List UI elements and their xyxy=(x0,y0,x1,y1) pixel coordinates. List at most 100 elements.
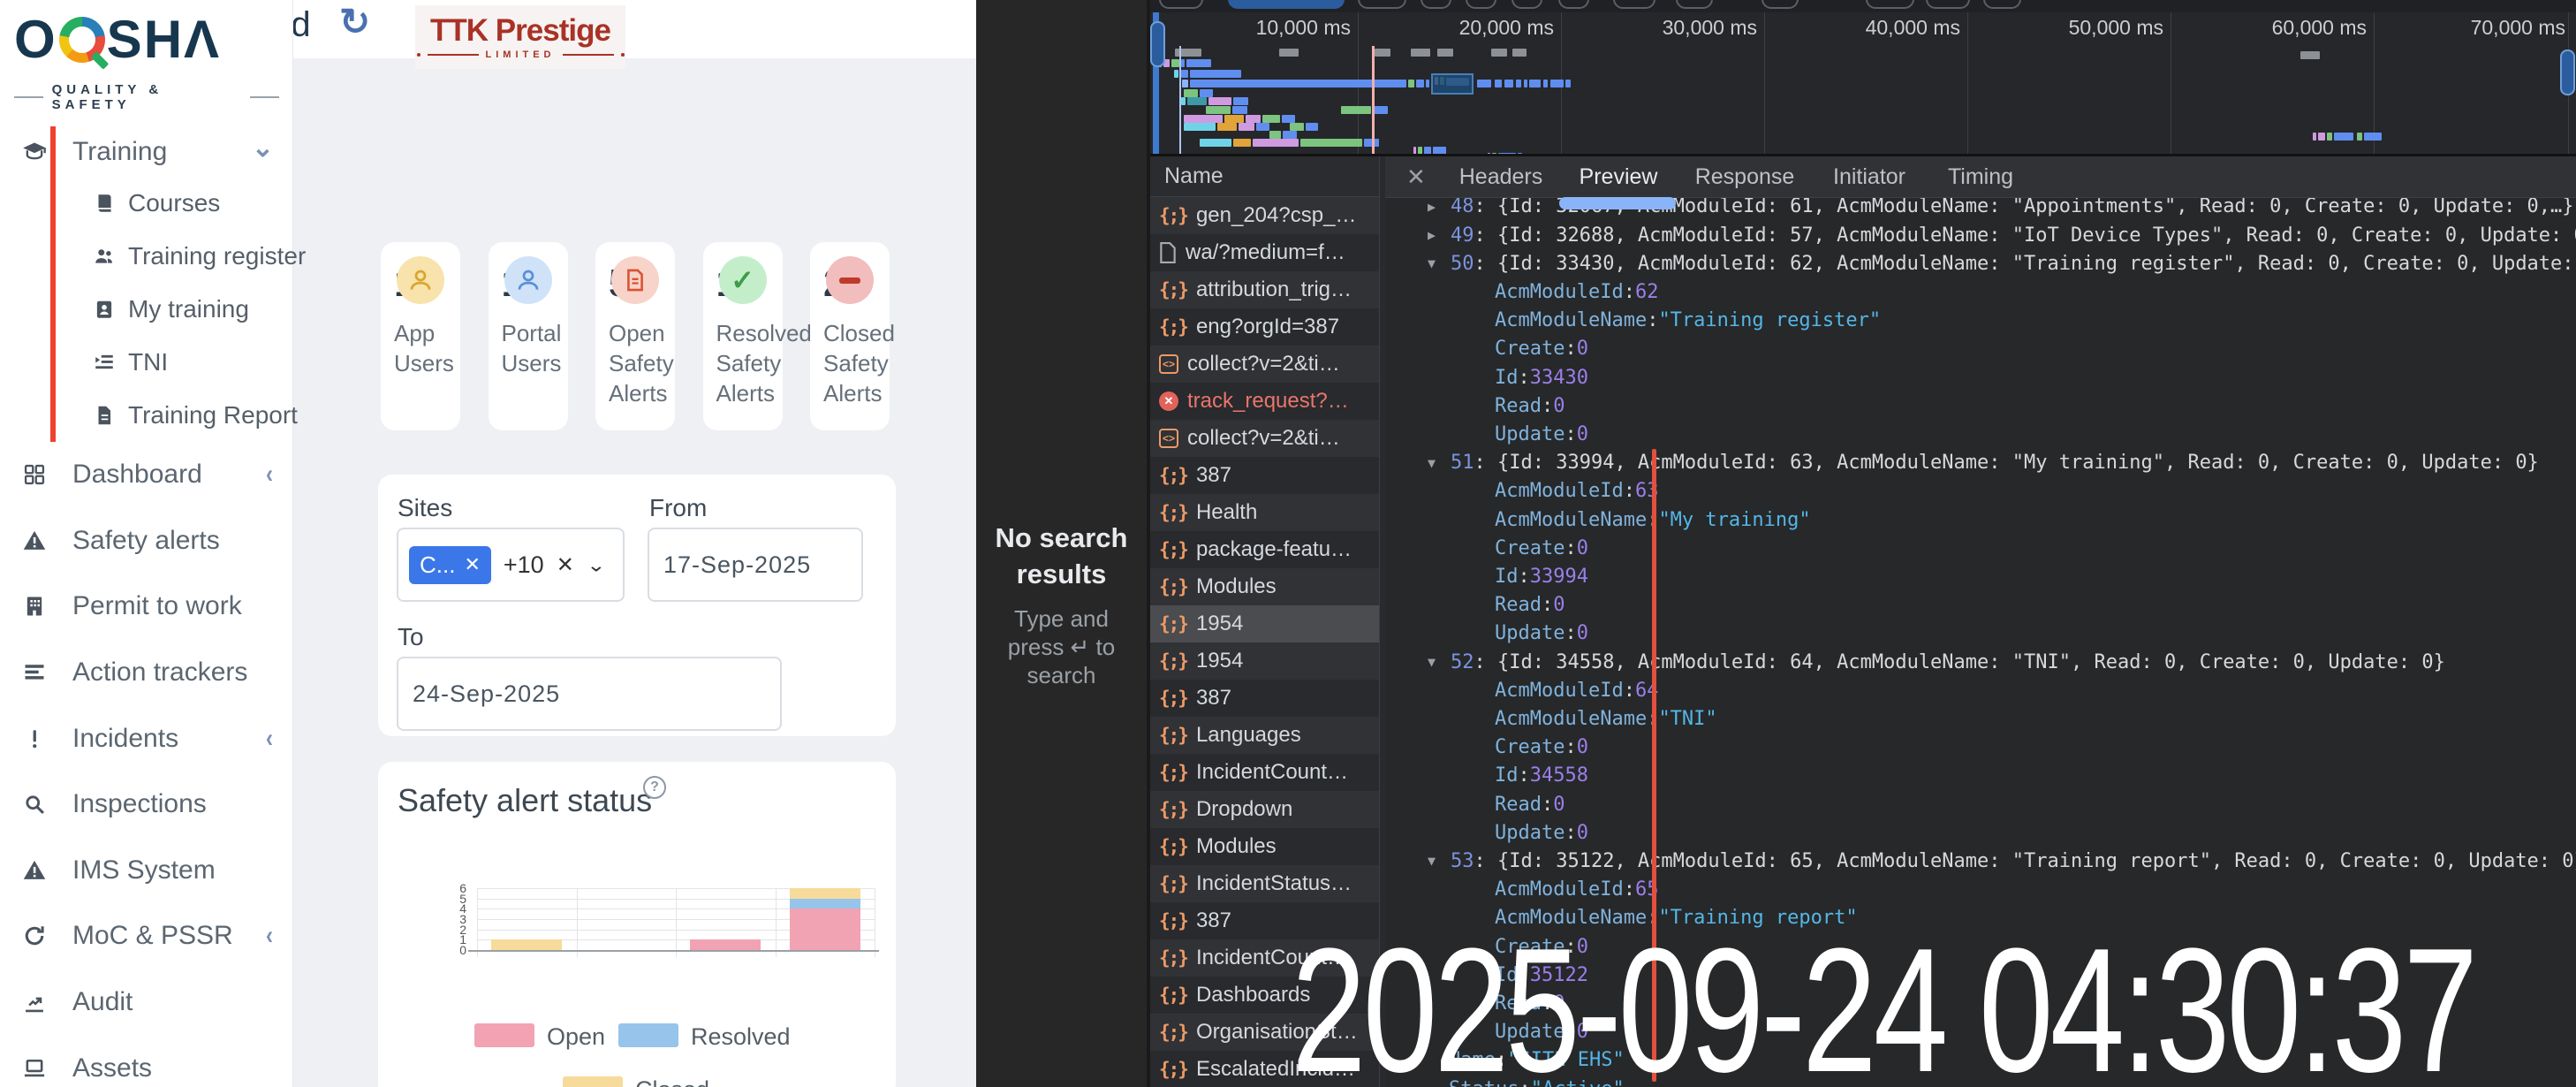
sidebar-item-action-trackers[interactable]: Action trackers xyxy=(0,640,293,706)
json-row[interactable]: Read: 0 xyxy=(1385,790,2576,818)
network-request-row[interactable]: {;}Languages xyxy=(1150,717,1380,754)
network-request-row[interactable]: {;}387 xyxy=(1150,457,1380,494)
sidebar-item-training[interactable]: Training⌄ xyxy=(0,126,293,177)
network-request-row[interactable]: <>collect?v=2&ti… xyxy=(1150,346,1380,383)
help-icon[interactable]: ? xyxy=(643,776,666,799)
filter-pill[interactable] xyxy=(1983,0,2021,9)
network-request-row[interactable]: <>collect?v=2&ti… xyxy=(1150,420,1380,457)
close-icon[interactable]: ✕ xyxy=(1406,163,1426,191)
sidebar-item-safety-alerts[interactable]: Safety alerts xyxy=(0,508,293,574)
network-request-row[interactable]: ✕track_request?… xyxy=(1150,383,1380,420)
network-request-row[interactable]: {;}IncidentStatus… xyxy=(1150,865,1380,902)
network-request-row[interactable]: {;}Modules xyxy=(1150,568,1380,605)
chevron-left-icon[interactable]: ‹ xyxy=(266,460,273,490)
from-date-input[interactable]: 17-Sep-2025 xyxy=(648,528,863,602)
json-row[interactable]: Id: 33430 xyxy=(1385,363,2576,391)
json-row[interactable]: Read: 0 xyxy=(1385,591,2576,620)
json-row[interactable]: Id: 33994 xyxy=(1385,562,2576,590)
disclosure-triangle[interactable]: ▶ xyxy=(1428,227,1451,243)
name-column-header[interactable]: Name xyxy=(1150,156,1380,197)
json-row[interactable]: Id: 34558 xyxy=(1385,762,2576,790)
sidebar-item-courses[interactable]: Courses xyxy=(0,177,293,230)
network-request-row[interactable]: {;}Health xyxy=(1150,494,1380,531)
json-row[interactable]: Create: 0 xyxy=(1385,734,2576,762)
chevron-left-icon[interactable]: ‹ xyxy=(266,921,273,951)
disclosure-triangle[interactable]: ▼ xyxy=(1428,654,1451,670)
json-row[interactable]: Create: 0 xyxy=(1385,335,2576,363)
json-row[interactable]: Update: 0 xyxy=(1385,420,2576,448)
network-request-row[interactable]: {;}IncidentCount… xyxy=(1150,754,1380,791)
sidebar-item-dashboard[interactable]: Dashboard‹ xyxy=(0,442,293,508)
json-row[interactable]: ▶49: {Id: 32688, AcmModuleId: 57, AcmMod… xyxy=(1385,221,2576,249)
sidebar-item-my-training[interactable]: My training xyxy=(0,283,293,336)
network-request-row[interactable]: {;}1954 xyxy=(1150,642,1380,680)
sidebar-item-ims-system[interactable]: IMS System xyxy=(0,838,293,904)
network-request-row[interactable]: {;}387 xyxy=(1150,680,1380,717)
filter-pill[interactable] xyxy=(1613,0,1655,9)
json-row[interactable]: Read: 0 xyxy=(1385,391,2576,420)
sidebar-item-training-register[interactable]: Training register xyxy=(0,230,293,283)
json-row[interactable]: ▼53: {Id: 35122, AcmModuleId: 65, AcmMod… xyxy=(1385,847,2576,875)
json-row[interactable]: Create: 0 xyxy=(1385,534,2576,562)
json-row[interactable]: Update: 0 xyxy=(1385,620,2576,648)
network-request-row[interactable]: {;}gen_204?csp_… xyxy=(1150,197,1380,234)
json-row[interactable]: AcmModuleId: 64 xyxy=(1385,676,2576,704)
network-request-row[interactable]: {;}Modules xyxy=(1150,828,1380,865)
disclosure-triangle[interactable]: ▼ xyxy=(1428,255,1451,271)
tab-preview[interactable]: Preview xyxy=(1580,164,1658,190)
filter-pill[interactable] xyxy=(1512,0,1542,9)
to-date-input[interactable]: 24-Sep-2025 xyxy=(397,657,782,731)
json-row[interactable]: AcmModuleId: 65 xyxy=(1385,876,2576,904)
chevron-left-icon[interactable]: ‹ xyxy=(266,724,273,754)
disclosure-triangle[interactable]: ▼ xyxy=(1428,455,1451,471)
json-row[interactable]: ▼52: {Id: 34558, AcmModuleId: 64, AcmMod… xyxy=(1385,648,2576,676)
network-request-row[interactable]: {;}package-featu… xyxy=(1150,531,1380,568)
network-overview-timeline[interactable]: 10,000 ms20,000 ms30,000 ms40,000 ms50,0… xyxy=(1150,12,2576,156)
json-row[interactable]: AcmModuleName: "My training" xyxy=(1385,505,2576,534)
filter-pill[interactable] xyxy=(1358,0,1406,9)
json-row[interactable]: AcmModuleId: 62 xyxy=(1385,277,2576,306)
sidebar-item-inspections[interactable]: Inspections xyxy=(0,772,293,838)
disclosure-triangle[interactable]: ▶ xyxy=(1428,199,1451,215)
tab-timing[interactable]: Timing xyxy=(1948,164,2013,190)
tab-initiator[interactable]: Initiator xyxy=(1833,164,1905,190)
network-request-row[interactable]: {;}eng?orgId=387 xyxy=(1150,308,1380,346)
sidebar-item-tni[interactable]: TNI xyxy=(0,336,293,389)
filter-pill[interactable] xyxy=(1926,0,1970,9)
site-chip[interactable]: C... ✕ xyxy=(409,546,491,584)
range-handle-left[interactable] xyxy=(1150,21,1165,67)
filter-pill[interactable] xyxy=(1421,0,1451,9)
chip-remove-icon[interactable]: ✕ xyxy=(464,553,480,576)
clear-sites-icon[interactable]: ✕ xyxy=(557,552,574,578)
tab-response[interactable]: Response xyxy=(1695,164,1795,190)
chevron-down-icon[interactable]: ⌄ xyxy=(587,554,606,576)
sidebar-item-permit-to-work[interactable]: Permit to work xyxy=(0,574,293,640)
sidebar-item-moc-pssr[interactable]: MoC & PSSR‹ xyxy=(0,903,293,969)
json-row[interactable]: AcmModuleName: "TNI" xyxy=(1385,704,2576,733)
filter-pill[interactable] xyxy=(1466,0,1496,9)
json-row[interactable]: AcmModuleName: "Training register" xyxy=(1385,307,2576,335)
filter-pill[interactable] xyxy=(1676,0,1713,9)
filter-pill[interactable] xyxy=(1159,0,1203,9)
sidebar-item-training-report[interactable]: Training Report xyxy=(0,389,293,442)
network-request-row[interactable]: {;}Dropdown xyxy=(1150,791,1380,828)
filter-pill[interactable] xyxy=(1762,0,1799,9)
filter-pill[interactable] xyxy=(1866,0,1914,9)
refresh-icon[interactable]: ↻ xyxy=(339,0,370,43)
filter-pill[interactable] xyxy=(1558,0,1589,9)
json-row[interactable]: AcmModuleId: 63 xyxy=(1385,477,2576,505)
filter-pill-active[interactable] xyxy=(1228,0,1345,9)
json-row[interactable]: ▼50: {Id: 33430, AcmModuleId: 62, AcmMod… xyxy=(1385,249,2576,277)
network-request-row[interactable]: {;}attribution_trig… xyxy=(1150,271,1380,308)
network-request-row[interactable]: {;}1954 xyxy=(1150,605,1380,642)
tab-headers[interactable]: Headers xyxy=(1459,164,1543,190)
json-row[interactable]: ▼51: {Id: 33994, AcmModuleId: 63, AcmMod… xyxy=(1385,449,2576,477)
json-row[interactable]: Update: 0 xyxy=(1385,818,2576,847)
range-handle-right[interactable] xyxy=(2560,49,2575,95)
sidebar-item-audit[interactable]: Audit xyxy=(0,969,293,1036)
sidebar-item-assets[interactable]: Assets xyxy=(0,1035,293,1087)
sites-select[interactable]: C... ✕ +10 ✕ ⌄ xyxy=(397,528,625,602)
network-request-row[interactable]: wa/?medium=f… xyxy=(1150,234,1380,271)
sidebar-item-incidents[interactable]: Incidents‹ xyxy=(0,705,293,772)
disclosure-triangle[interactable]: ▼ xyxy=(1428,853,1451,869)
